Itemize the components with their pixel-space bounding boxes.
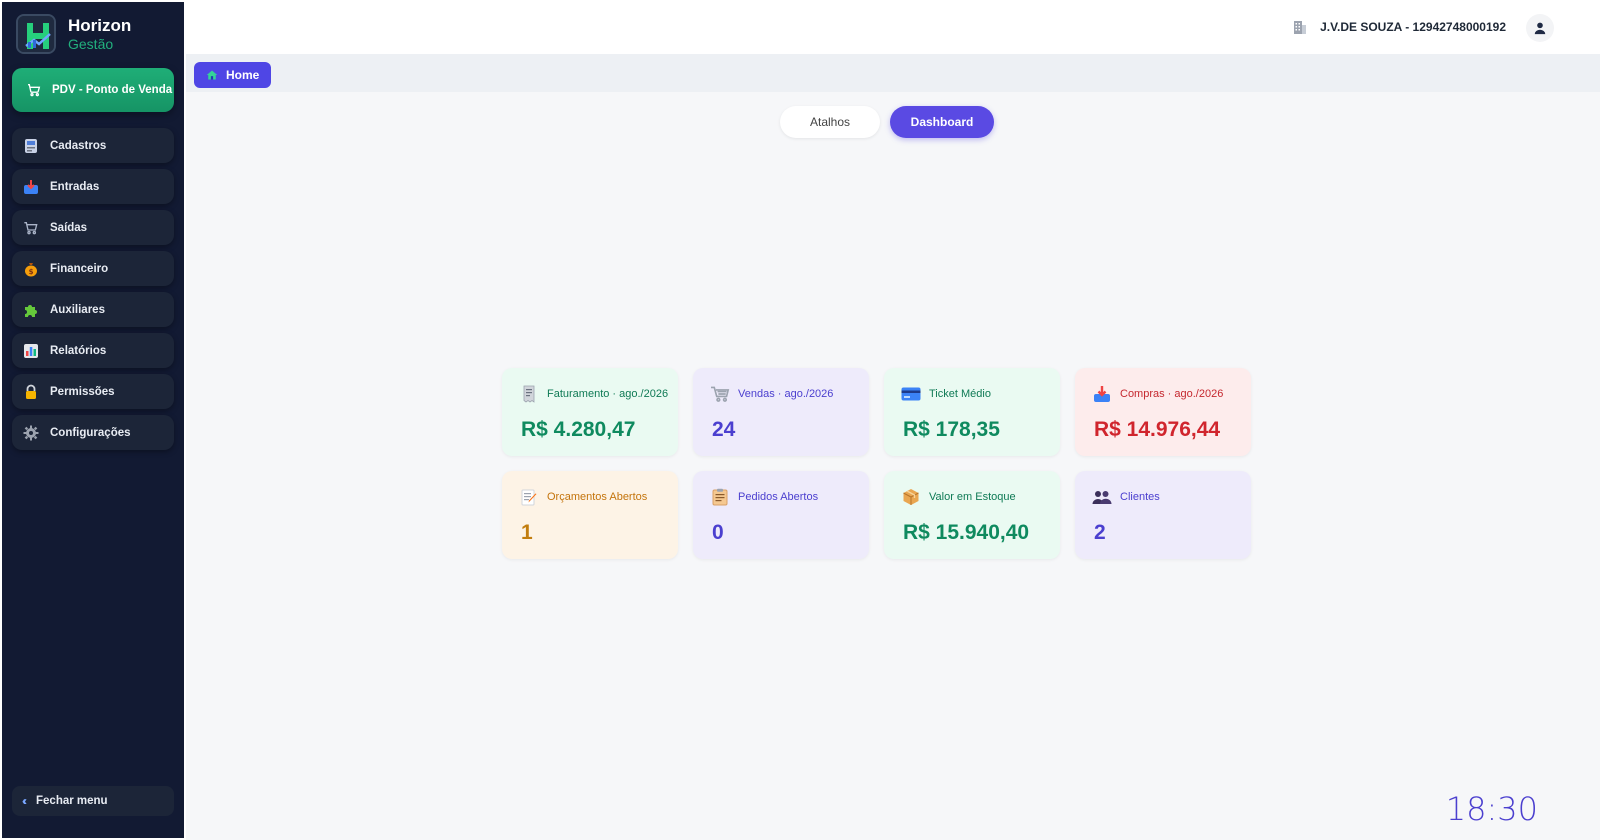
package-icon [901,487,921,507]
card-label: Clientes [1120,491,1160,503]
close-menu-label: Fechar menu [36,795,108,807]
top-bar: J.V.DE SOUZA - 12942748000192 [186,0,1600,54]
sidebar-nav: Cadastros Entradas Saídas $ Financeiro A… [12,128,174,456]
sidebar-item-label: Cadastros [50,139,107,152]
main-content: Atalhos Dashboard Faturamento · ago./202… [186,92,1600,840]
inbox-tray-icon [1092,384,1112,404]
svg-text:$: $ [29,268,34,276]
home-tab[interactable]: Home [194,62,271,88]
sidebar-item-label: Permissões [50,385,115,398]
card-clientes[interactable]: Clientes 2 [1075,471,1251,559]
sidebar-item-auxiliares[interactable]: Auxiliares [12,292,174,327]
close-menu-button[interactable]: ‹‹ Fechar menu [12,786,174,816]
brand-logo-icon [16,14,56,54]
card-ticket-medio[interactable]: Ticket Médio R$ 178,35 [884,368,1060,456]
brand-subtitle: Gestão [68,35,114,52]
view-tabs: Atalhos Dashboard [186,106,1600,138]
home-icon [206,70,218,80]
sidebar-item-permissoes[interactable]: Permissões [12,374,174,409]
building-icon [1294,21,1307,34]
credit-card-icon [901,384,921,404]
cart-icon [710,384,730,404]
pdv-button[interactable]: PDV - Ponto de Venda [12,68,174,112]
card-value: 24 [712,418,736,441]
card-value: R$ 15.940,40 [903,521,1030,544]
sidebar-item-label: Entradas [50,180,100,193]
puzzle-icon [22,301,40,319]
money-bag-icon: $ [22,260,40,278]
card-label: Faturamento · ago./2026 [547,388,669,400]
card-value: R$ 4.280,47 [521,418,636,441]
double-chevron-left-icon: ‹‹ [22,794,27,808]
sidebar-item-financeiro[interactable]: $ Financeiro [12,251,174,286]
sidebar-item-label: Configurações [50,426,131,439]
pdv-label: PDV - Ponto de Venda [52,84,173,96]
sidebar-item-label: Relatórios [50,344,107,357]
shopping-cart-icon [28,84,41,97]
inbox-icon [22,178,40,196]
bar-chart-icon [22,342,40,360]
sidebar: Horizon Gestão PDV - Ponto de Venda Cada… [2,2,184,838]
sidebar-item-label: Financeiro [50,262,109,275]
card-value: 0 [712,521,724,544]
brand-name: Horizon [68,15,132,35]
dashboard-cards: Faturamento · ago./2026 R$ 4.280,47 Vend… [502,368,1252,559]
company-name: J.V.DE SOUZA - 12942748000192 [1320,20,1506,34]
home-label: Home [226,68,260,82]
card-file-icon [22,137,40,155]
card-valor-estoque[interactable]: Valor em Estoque R$ 15.940,40 [884,471,1060,559]
card-label: Pedidos Abertos [738,491,819,503]
lock-icon [22,383,40,401]
card-label: Compras · ago./2026 [1120,388,1224,400]
brand[interactable]: Horizon Gestão [16,14,131,54]
tab-atalhos[interactable]: Atalhos [780,106,880,138]
sidebar-item-entradas[interactable]: Entradas [12,169,174,204]
card-value: 1 [521,521,533,544]
card-label: Ticket Médio [929,388,991,400]
card-label: Valor em Estoque [929,491,1016,503]
card-orcamentos-abertos[interactable]: Orçamentos Abertos 1 [502,471,678,559]
tab-dashboard[interactable]: Dashboard [890,106,994,138]
company-selector[interactable]: J.V.DE SOUZA - 12942748000192 [1292,19,1506,35]
breadcrumb: Home [186,54,1600,92]
gear-icon [22,424,40,442]
sidebar-item-label: Auxiliares [50,303,105,316]
card-label: Orçamentos Abertos [547,491,648,503]
user-icon [1534,22,1546,35]
card-faturamento[interactable]: Faturamento · ago./2026 R$ 4.280,47 [502,368,678,456]
user-menu-button[interactable] [1526,14,1554,42]
sidebar-item-cadastros[interactable]: Cadastros [12,128,174,163]
card-pedidos-abertos[interactable]: Pedidos Abertos 0 [693,471,869,559]
memo-icon [519,487,539,507]
sidebar-item-saidas[interactable]: Saídas [12,210,174,245]
sidebar-item-relatorios[interactable]: Relatórios [12,333,174,368]
users-icon [1092,487,1112,507]
receipt-icon [519,384,539,404]
cart-icon [22,219,40,237]
sidebar-item-configuracoes[interactable]: Configurações [12,415,174,450]
card-label: Vendas · ago./2026 [738,388,834,400]
card-value: R$ 178,35 [903,418,1000,441]
clipboard-icon [710,487,730,507]
card-value: 2 [1094,521,1106,544]
card-value: R$ 14.976,44 [1094,418,1221,441]
card-vendas[interactable]: Vendas · ago./2026 24 [693,368,869,456]
card-compras[interactable]: Compras · ago./2026 R$ 14.976,44 [1075,368,1251,456]
clock: 18:30 [1445,790,1538,828]
sidebar-item-label: Saídas [50,221,88,234]
